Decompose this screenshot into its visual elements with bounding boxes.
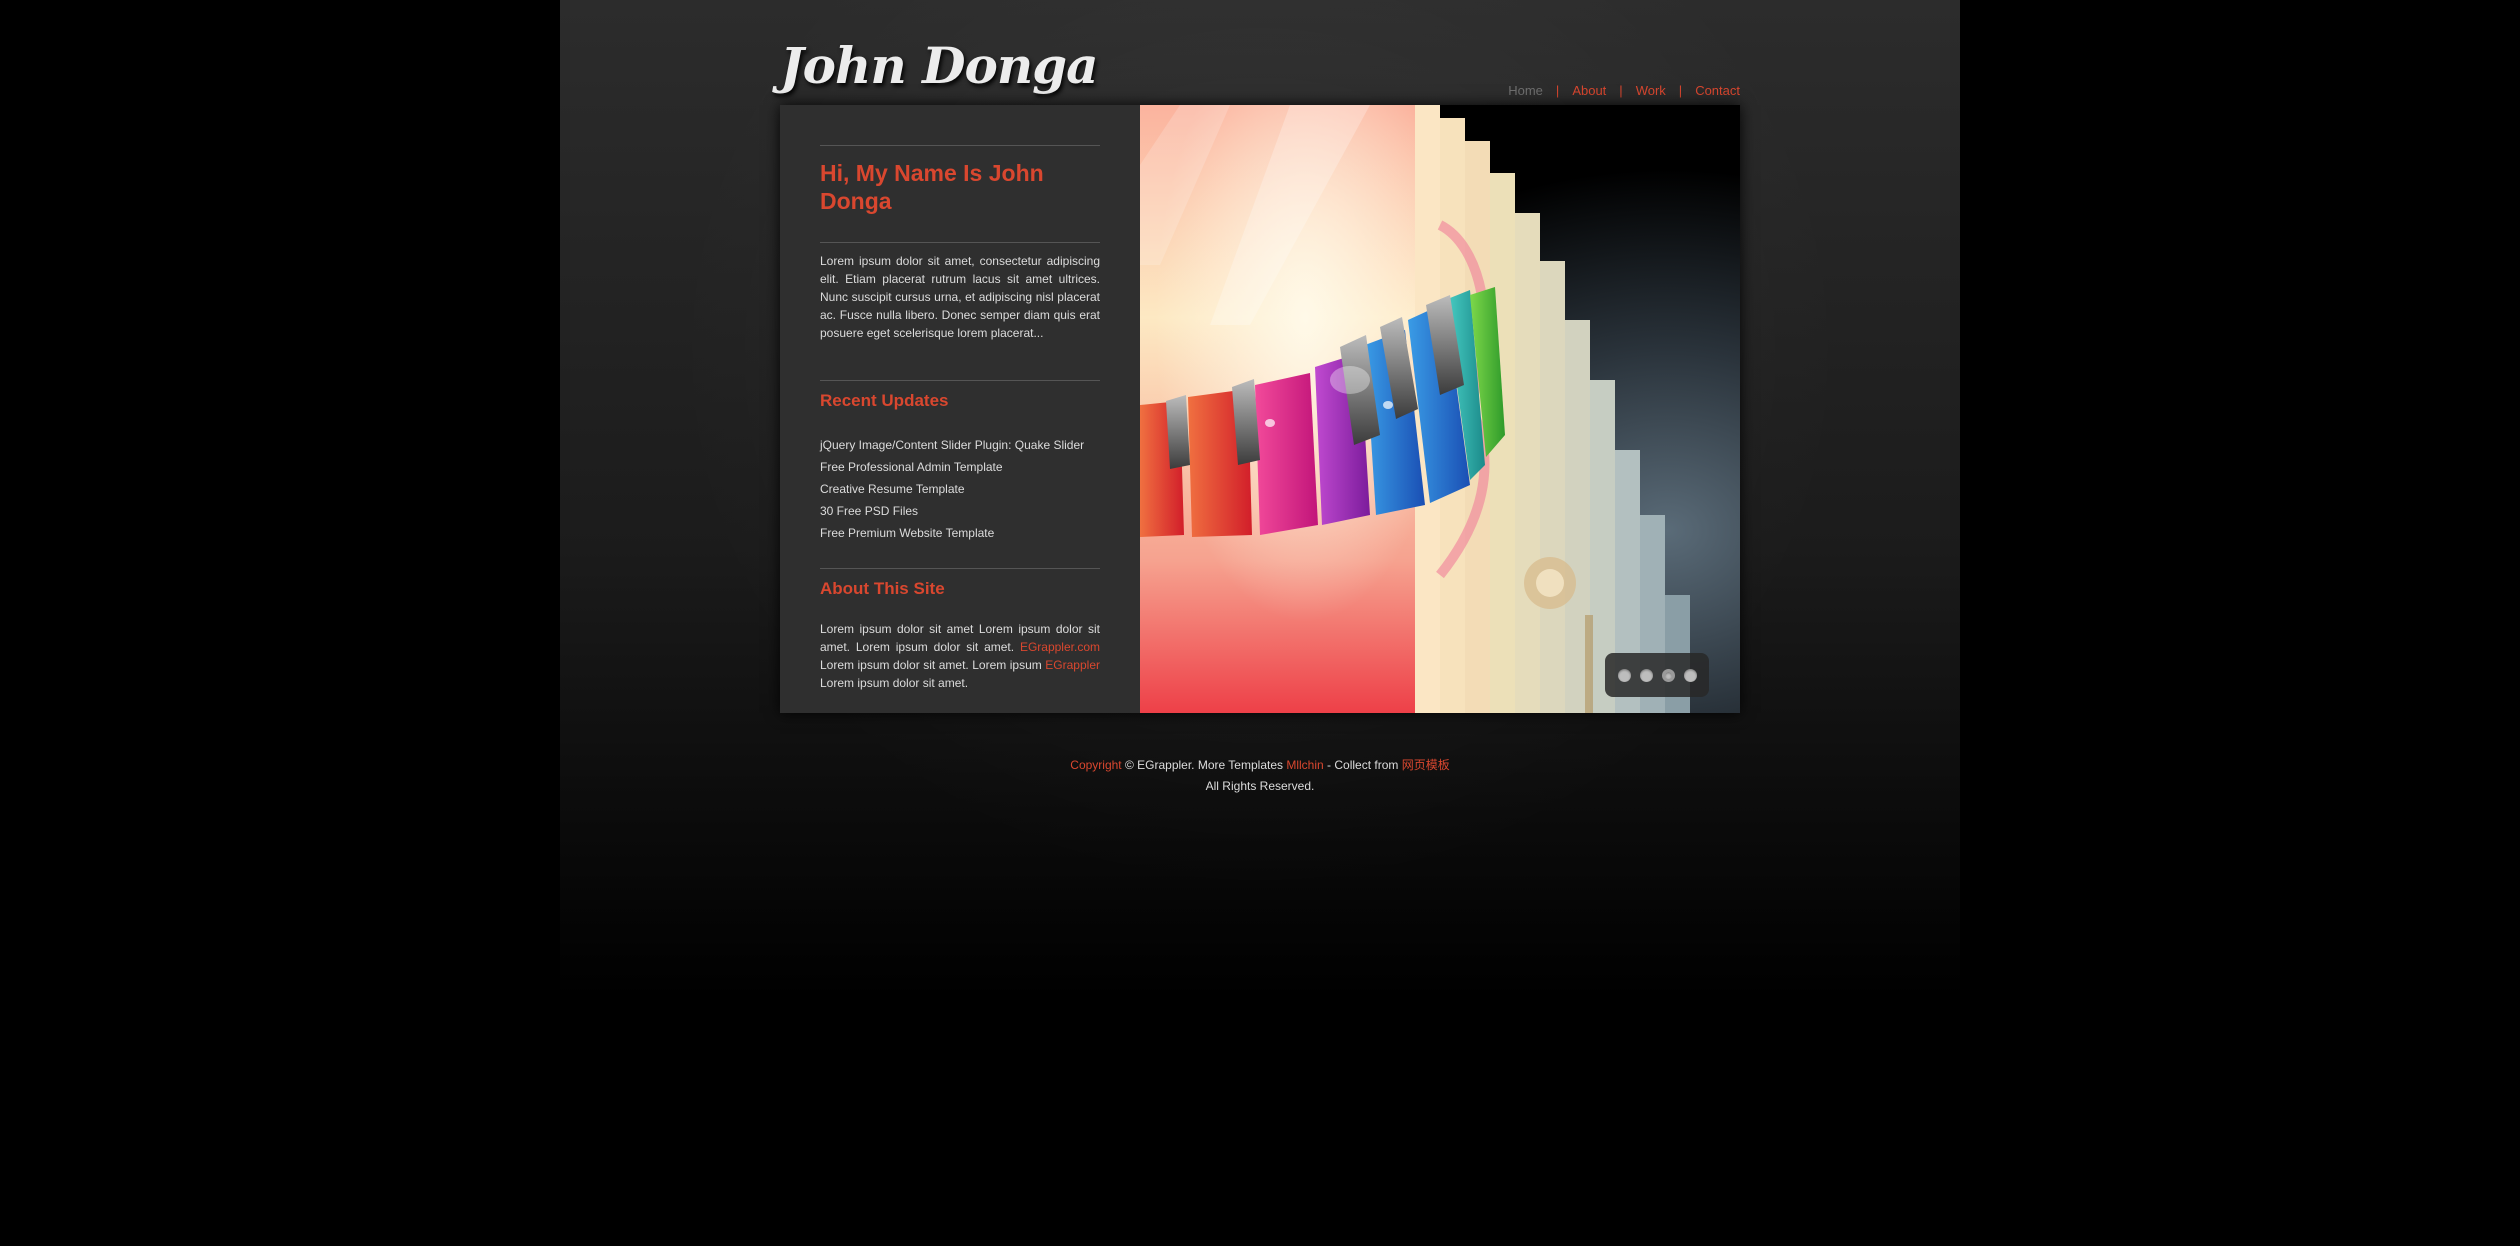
update-link[interactable]: Free Professional Admin Template [820,456,1110,478]
page: John Donga Home | About | Work | Contact… [0,0,2520,1246]
sidebar: Hi, My Name Is John Donga Lorem ipsum do… [780,105,1140,713]
egrappler-link[interactable]: EGrappler [1045,658,1100,672]
slide-dot-3-active[interactable] [1661,668,1675,682]
footer-text: - Collect from [1323,758,1402,772]
image-slider[interactable] [1140,105,1740,713]
about-paragraph: Lorem ipsum dolor sit amet Lorem ipsum d… [820,620,1100,692]
nav-work[interactable]: Work [1636,83,1666,98]
site-logo[interactable]: John Donga [780,36,1099,95]
intro-paragraph: Lorem ipsum dolor sit amet, consectetur … [820,254,1100,340]
footer-rights: All Rights Reserved. [1205,779,1315,793]
footer-credits: Copyright © EGrappler. More Templates Ml… [960,755,1560,776]
egrappler-com-link[interactable]: EGrappler.com [1020,640,1100,654]
nav-separator: | [1678,82,1683,98]
nav-about[interactable]: About [1572,83,1606,98]
main-nav: Home | About | Work | Contact [1500,80,1740,100]
piano-keys-illustration-icon [1140,105,1690,713]
about-text: Lorem ipsum dolor sit amet. [820,676,969,690]
about-text: Lorem ipsum dolor sit amet. Lorem ipsum [820,658,1046,672]
copyright-link[interactable]: Copyright [1070,758,1121,772]
update-link[interactable]: Free Premium Website Template [820,522,1110,544]
update-link[interactable]: Creative Resume Template [820,478,1110,500]
nav-separator: | [1555,82,1560,98]
more-templates-link[interactable]: Mllchin [1286,758,1323,772]
footer-text: © EGrappler. More Templates [1121,758,1287,772]
update-link[interactable]: jQuery Image/Content Slider Plugin: Quak… [820,434,1110,456]
divider [820,145,1100,146]
divider [820,242,1100,243]
collect-from-link[interactable]: 网页模板 [1402,758,1450,772]
divider [820,380,1100,381]
about-site-title: About This Site [820,579,945,598]
slider-controls [1605,653,1709,697]
divider [820,568,1100,569]
main-panel: Hi, My Name Is John Donga Lorem ipsum do… [780,105,1740,713]
nav-home[interactable]: Home [1508,83,1543,98]
recent-updates-list: jQuery Image/Content Slider Plugin: Quak… [820,434,1110,544]
slide-dot-1[interactable] [1617,668,1631,682]
slide-dot-2[interactable] [1639,668,1653,682]
recent-updates-title: Recent Updates [820,391,949,410]
hero-heading: Hi, My Name Is John Donga [820,160,1044,214]
slide-dot-4[interactable] [1683,668,1697,682]
nav-separator: | [1619,82,1623,98]
update-link[interactable]: 30 Free PSD Files [820,500,1110,522]
nav-contact[interactable]: Contact [1695,83,1740,98]
footer: Copyright © EGrappler. More Templates Ml… [960,755,1560,797]
